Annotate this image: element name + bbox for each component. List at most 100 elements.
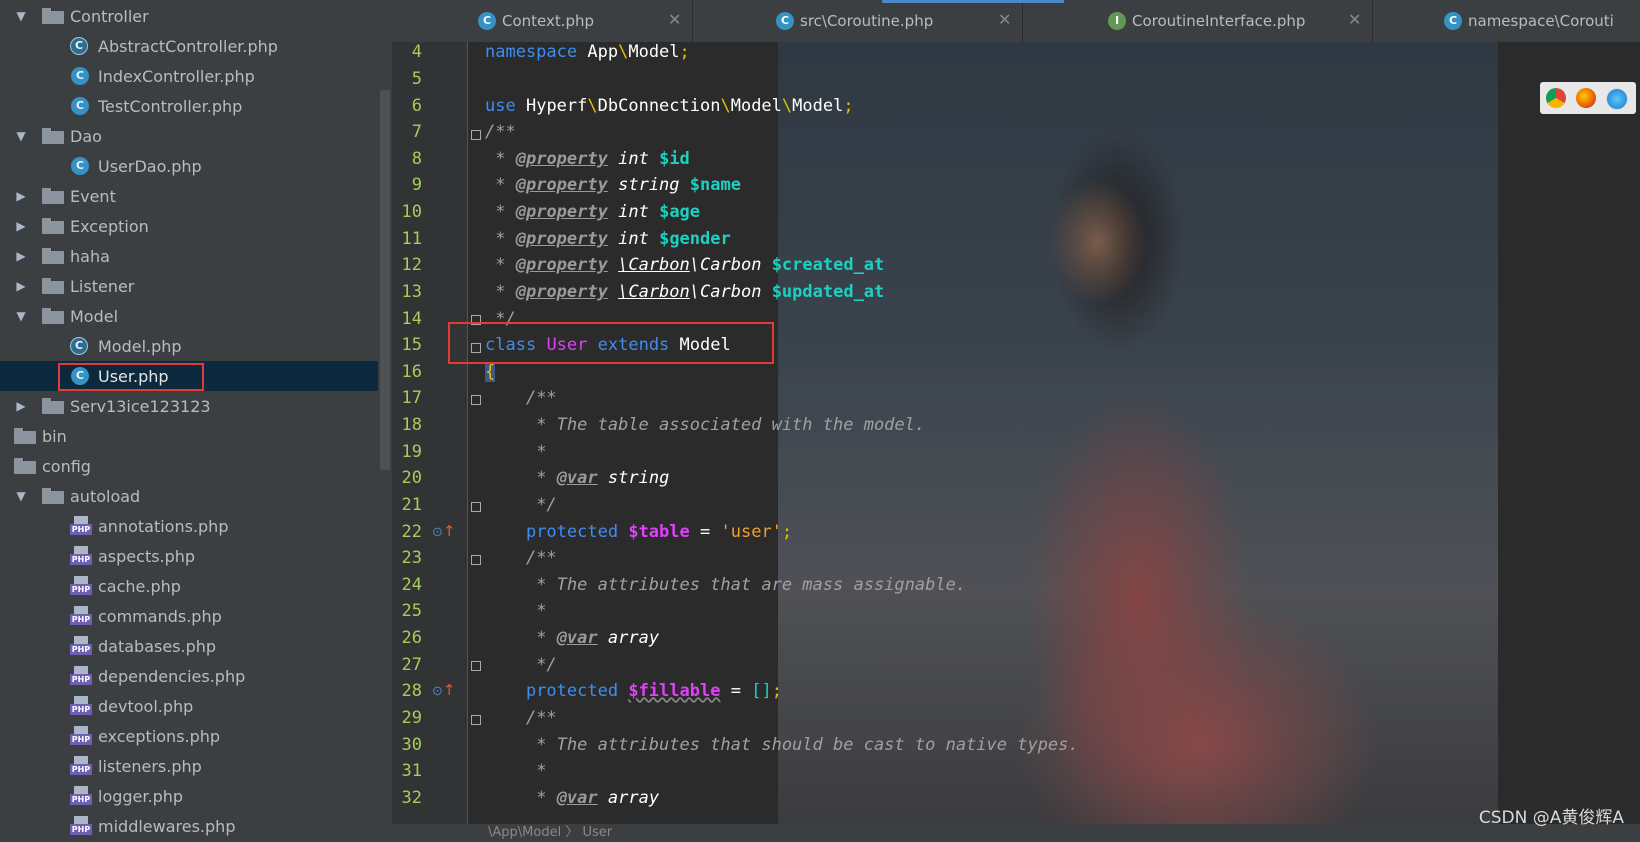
tree-label: Serv13ice123123 (70, 396, 211, 416)
tree-file-testcontroller[interactable]: C TestController.php (0, 91, 378, 121)
interface-icon: I (1108, 12, 1126, 30)
tree-folder-exception[interactable]: ▶ Exception (0, 211, 378, 241)
folder-icon (42, 308, 64, 324)
breadcrumb[interactable]: \App\Model 〉 User (488, 824, 612, 842)
highlight-box-class-declaration (448, 322, 774, 364)
close-icon[interactable]: ✕ (998, 10, 1011, 29)
tree-folder-model[interactable]: ▼ Model (0, 301, 378, 331)
tree-folder-controller[interactable]: ▼ Controller (0, 1, 378, 31)
code-line-29: /** (525, 708, 557, 728)
fold-toggle-icon[interactable] (471, 661, 481, 671)
tree-label: dependencies.php (98, 666, 246, 686)
line-number: 31 (401, 761, 422, 781)
tree-file-annotations[interactable]: PHP annotations.php (0, 511, 378, 541)
tree-folder-config[interactable]: config (0, 451, 378, 481)
tree-folder-listener[interactable]: ▶ Listener (0, 271, 378, 301)
tree-folder-autoload[interactable]: ▼ autoload (0, 481, 378, 511)
close-icon[interactable]: ✕ (1348, 10, 1361, 29)
php-file-icon: PHP (70, 696, 92, 716)
php-class-icon: C (1444, 12, 1462, 30)
tree-label: haha (70, 246, 110, 266)
code-line-8: * @property int $id (485, 149, 690, 169)
collapsed-arrow-icon[interactable]: ▶ (14, 249, 28, 263)
tree-file-dependencies[interactable]: PHP dependencies.php (0, 661, 378, 691)
line-number: 5 (411, 69, 422, 89)
collapsed-arrow-icon[interactable]: ▶ (14, 189, 28, 203)
tree-label: TestController.php (98, 96, 243, 116)
expanded-arrow-icon[interactable]: ▼ (14, 309, 28, 323)
php-file-icon: PHP (70, 816, 92, 836)
override-marker-icon[interactable]: ⊙↑ (432, 681, 455, 699)
close-icon[interactable]: ✕ (668, 10, 681, 29)
fold-toggle-icon[interactable] (471, 715, 481, 725)
chrome-icon[interactable] (1546, 88, 1566, 108)
tree-file-exceptions[interactable]: PHP exceptions.php (0, 721, 378, 751)
tree-label: IndexController.php (98, 66, 255, 86)
collapsed-arrow-icon[interactable]: ▶ (14, 279, 28, 293)
tree-label: aspects.php (98, 546, 196, 566)
tree-file-abstractcontroller[interactable]: C AbstractController.php (0, 31, 378, 61)
tree-file-userdao[interactable]: C UserDao.php (0, 151, 378, 181)
tree-label: AbstractController.php (98, 36, 278, 56)
php-class-icon: C (776, 12, 794, 30)
tree-label: Listener (70, 276, 135, 296)
tree-file-aspects[interactable]: PHP aspects.php (0, 541, 378, 571)
expanded-arrow-icon[interactable]: ▼ (14, 129, 28, 143)
line-number: 30 (401, 735, 422, 755)
code-line-6: use Hyperf\DbConnection\Model\Model; (485, 96, 854, 116)
line-number: 13 (401, 282, 422, 302)
tree-folder-dao[interactable]: ▼ Dao (0, 121, 378, 151)
fold-toggle-icon[interactable] (471, 555, 481, 565)
safari-icon[interactable] (1606, 88, 1628, 110)
collapsed-arrow-icon[interactable]: ▶ (14, 219, 28, 233)
tree-folder-bin[interactable]: bin (0, 421, 378, 451)
tree-file-databases[interactable]: PHP databases.php (0, 631, 378, 661)
php-file-icon: PHP (70, 756, 92, 776)
folder-icon (42, 398, 64, 414)
php-class-icon: C (71, 67, 89, 85)
line-number: 23 (401, 548, 422, 568)
editor-tab-bar: C Context.php ✕ C src\Coroutine.php ✕ I … (392, 0, 1640, 43)
tree-label: annotations.php (98, 516, 229, 536)
php-file-icon: PHP (70, 636, 92, 656)
tree-file-model[interactable]: C Model.php (0, 331, 378, 361)
tree-file-logger[interactable]: PHP logger.php (0, 781, 378, 811)
fold-toggle-icon[interactable] (471, 395, 481, 405)
line-number: 15 (401, 335, 422, 355)
tab-coroutine-interface[interactable]: I CoroutineInterface.php ✕ (1022, 0, 1373, 42)
code-line-27: */ (525, 655, 557, 675)
tab-coroutine[interactable]: C src\Coroutine.php ✕ (692, 0, 1023, 42)
override-marker-icon[interactable]: ⊙↑ (432, 522, 455, 540)
line-number: 17 (401, 388, 422, 408)
tree-label: Model.php (98, 336, 182, 356)
firefox-icon[interactable] (1576, 88, 1596, 108)
expanded-arrow-icon[interactable]: ▼ (14, 9, 28, 23)
fold-toggle-icon[interactable] (471, 130, 481, 140)
project-tree-scrollbar[interactable] (378, 0, 392, 842)
php-file-icon: PHP (70, 606, 92, 626)
code-line-10: * @property int $age (485, 202, 701, 222)
tree-folder-event[interactable]: ▶ Event (0, 181, 378, 211)
tab-context[interactable]: C Context.php ✕ (392, 0, 693, 42)
folder-icon (42, 188, 64, 204)
tree-file-listeners[interactable]: PHP listeners.php (0, 751, 378, 781)
expanded-arrow-icon[interactable]: ▼ (14, 489, 28, 503)
folder-icon (14, 458, 36, 474)
tree-file-cache[interactable]: PHP cache.php (0, 571, 378, 601)
folder-icon (42, 488, 64, 504)
tree-file-indexcontroller[interactable]: C IndexController.php (0, 61, 378, 91)
code-line-30: * The attributes that should be cast to … (525, 735, 1079, 755)
collapsed-arrow-icon[interactable]: ▶ (14, 399, 28, 413)
scrollbar-thumb[interactable] (380, 90, 390, 470)
fold-toggle-icon[interactable] (471, 502, 481, 512)
code-line-23: /** (525, 548, 557, 568)
tree-file-middlewares[interactable]: PHP middlewares.php (0, 811, 378, 841)
tab-namespace-coroutine[interactable]: C namespace\Corouti (1372, 0, 1640, 42)
fold-guide-line (467, 42, 468, 824)
tree-file-devtool[interactable]: PHP devtool.php (0, 691, 378, 721)
tree-label: devtool.php (98, 696, 194, 716)
tree-file-commands[interactable]: PHP commands.php (0, 601, 378, 631)
folder-icon (42, 8, 64, 24)
tree-folder-serv13ice123123[interactable]: ▶ Serv13ice123123 (0, 391, 378, 421)
tree-folder-haha[interactable]: ▶ haha (0, 241, 378, 271)
